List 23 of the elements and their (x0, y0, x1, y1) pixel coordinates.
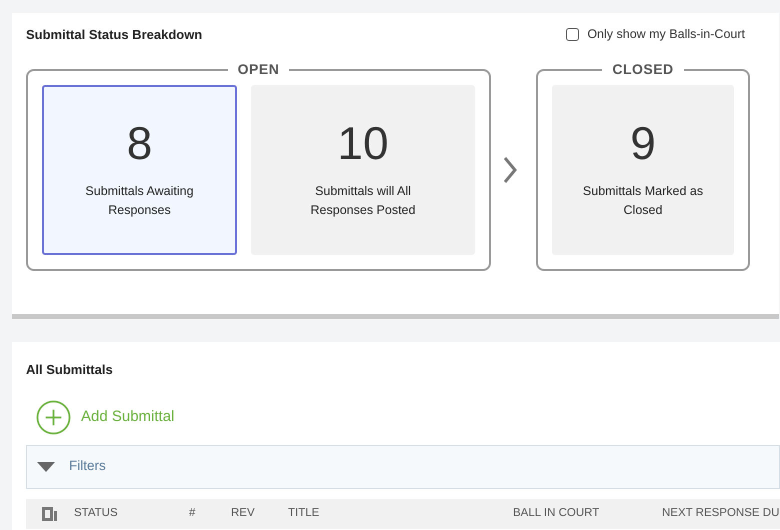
balls-in-court-checkbox[interactable]: Only show my Balls-in-Court (566, 25, 745, 44)
status-tile[interactable]: 8 Submittals Awaiting Responses (42, 84, 237, 254)
panel-title: Submittal Status Breakdown (26, 26, 202, 44)
tile-caption: Submittals will All Responses Posted (310, 182, 416, 219)
column-header[interactable]: STATUS (74, 504, 118, 522)
tile-caption: Submittals Marked as Closed (582, 182, 704, 218)
status-tile[interactable]: 10 Submittals will All Responses Posted (251, 84, 475, 254)
add-icon (36, 400, 71, 434)
tile-count: 10 (337, 120, 389, 166)
filters-bar[interactable]: Filters (26, 444, 780, 488)
tile-count: 8 (126, 120, 152, 166)
column-header[interactable]: NEXT RESPONSE DU (662, 504, 780, 522)
column-icon[interactable] (42, 506, 58, 522)
tile-caption: Submittals Awaiting Responses (84, 182, 195, 219)
column-header[interactable]: TITLE (288, 504, 320, 522)
column-header[interactable]: BALL IN COURT (513, 504, 600, 522)
section-title: All Submittals (26, 361, 114, 379)
column-header[interactable]: REV (231, 504, 255, 522)
chevron-right-icon (503, 156, 517, 184)
caret-icon (37, 462, 55, 472)
column-header[interactable]: # (189, 504, 196, 522)
status-tile[interactable]: 9 Submittals Marked as Closed (552, 84, 734, 254)
tile-count: 9 (630, 120, 656, 166)
